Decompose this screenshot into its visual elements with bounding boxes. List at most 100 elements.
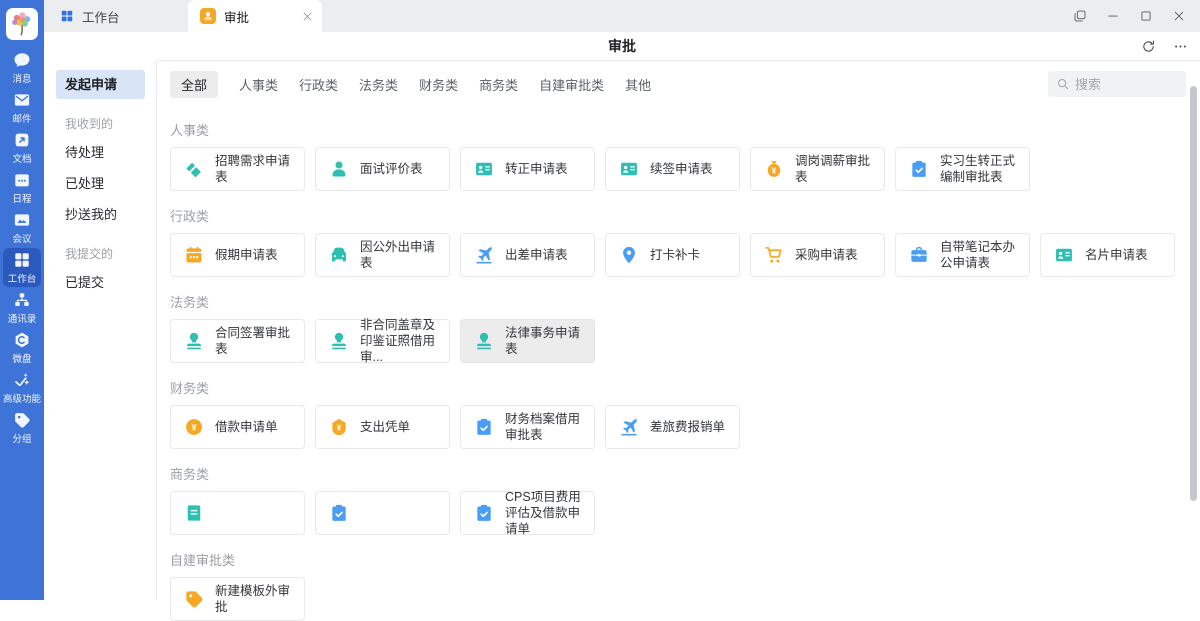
form-card[interactable]: 新建模板外审批 bbox=[170, 577, 305, 621]
form-card[interactable]: CPS项目费用评估及借款申请单 bbox=[460, 491, 595, 535]
rail-nav: 消息邮件文档日程会议工作台通讯录微盘高级功能分组 bbox=[0, 48, 44, 447]
form-card-label: 支出凭单 bbox=[360, 419, 410, 435]
tab-bar: 工作台 审批 bbox=[44, 0, 1200, 32]
meeting-icon bbox=[13, 211, 31, 229]
rail-item-label: 邮件 bbox=[12, 111, 31, 125]
main-content: 全部人事类行政类法务类财务类商务类自建审批类其他 人事类招聘需求申请表面试评价表… bbox=[158, 60, 1200, 600]
rail-item-docs[interactable]: 文档 bbox=[0, 128, 44, 167]
sidebar-item[interactable]: 已处理 bbox=[56, 169, 145, 198]
form-card[interactable]: 非合同盖章及印鉴证照借用审... bbox=[315, 319, 450, 363]
filter-tab[interactable]: 其他 bbox=[625, 75, 651, 94]
cart-icon bbox=[764, 245, 784, 265]
form-card-label: 名片申请表 bbox=[1085, 247, 1148, 263]
form-card[interactable]: 财务档案借用审批表 bbox=[460, 405, 595, 449]
more-icon[interactable] bbox=[1173, 39, 1188, 54]
filter-tab[interactable]: 商务类 bbox=[479, 75, 518, 94]
rail-item-label: 工作台 bbox=[8, 271, 37, 285]
rail-item-label: 文档 bbox=[12, 151, 31, 165]
rail-item-drive[interactable]: 微盘 bbox=[0, 328, 44, 367]
plane-landing-icon bbox=[619, 417, 639, 437]
person-icon bbox=[329, 159, 349, 179]
form-card[interactable]: 假期申请表 bbox=[170, 233, 305, 277]
search-input[interactable] bbox=[1075, 77, 1178, 92]
form-card-label: 差旅费报销单 bbox=[650, 419, 725, 435]
refresh-icon[interactable] bbox=[1141, 39, 1156, 54]
rail-item-calendar-rail[interactable]: 日程 bbox=[0, 168, 44, 207]
stamp-icon bbox=[184, 331, 204, 351]
popout-button[interactable] bbox=[1073, 9, 1087, 23]
handshake-icon bbox=[184, 159, 204, 179]
filter-tab[interactable]: 全部 bbox=[170, 71, 218, 98]
form-card[interactable]: 采购申请表 bbox=[750, 233, 885, 277]
form-card[interactable]: 打卡补卡 bbox=[605, 233, 740, 277]
form-card[interactable]: 差旅费报销单 bbox=[605, 405, 740, 449]
form-card[interactable]: ¥借款申请单 bbox=[170, 405, 305, 449]
grid-icon bbox=[13, 251, 31, 269]
filter-tab[interactable]: 法务类 bbox=[359, 75, 398, 94]
card-row: ¥借款申请单¥支出凭单 财务档案借用审批表 差旅费报销单 bbox=[170, 405, 1200, 449]
form-card[interactable]: ¥支出凭单 bbox=[315, 405, 450, 449]
rail-item-label: 消息 bbox=[12, 71, 31, 85]
rail-item-mail[interactable]: 邮件 bbox=[0, 88, 44, 127]
form-card[interactable]: 自带笔记本办公申请表 bbox=[895, 233, 1030, 277]
form-card[interactable]: 法律事务申请表 bbox=[460, 319, 595, 363]
tab-label: 工作台 bbox=[82, 7, 120, 26]
rail-item-label: 通讯录 bbox=[8, 311, 37, 325]
filter-tab[interactable]: 人事类 bbox=[239, 75, 278, 94]
tab-active[interactable]: 审批 bbox=[188, 0, 322, 32]
rail-item-contacts[interactable]: 通讯录 bbox=[0, 288, 44, 327]
scrollbar-thumb[interactable] bbox=[1190, 86, 1197, 501]
form-card[interactable]: 合同签署审批表 bbox=[170, 319, 305, 363]
search-box[interactable] bbox=[1048, 71, 1186, 97]
form-card-label: 打卡补卡 bbox=[650, 247, 700, 263]
rail-item-chat[interactable]: 消息 bbox=[0, 48, 44, 87]
rail-item-tag-rail[interactable]: 分组 bbox=[0, 408, 44, 447]
idcard-icon bbox=[1054, 245, 1074, 265]
tabs: 工作台 审批 bbox=[44, 0, 322, 32]
form-card-label: 面试评价表 bbox=[360, 161, 423, 177]
form-card-label: 续签申请表 bbox=[650, 161, 713, 177]
sidebar-group-label: 我提交的 bbox=[65, 245, 156, 262]
form-card[interactable]: 实习生转正式编制审批表 bbox=[895, 147, 1030, 191]
form-card-label: 招聘需求申请表 bbox=[215, 153, 298, 185]
sidebar-item[interactable]: 抄送我的 bbox=[56, 200, 145, 229]
form-card[interactable]: 名片申请表 bbox=[1040, 233, 1175, 277]
section-title: 行政类 bbox=[170, 206, 1200, 225]
form-card[interactable]: 续签申请表 bbox=[605, 147, 740, 191]
rail-item-sparkle[interactable]: 高级功能 bbox=[0, 368, 44, 407]
maximize-button[interactable] bbox=[1139, 9, 1153, 23]
tab-close-icon[interactable] bbox=[301, 10, 314, 23]
form-section: 商务类CPS项目费用评估及借款申请单 bbox=[170, 464, 1200, 535]
form-card-label: 财务档案借用审批表 bbox=[505, 411, 588, 443]
app-header: 审批 bbox=[44, 32, 1200, 60]
form-card[interactable] bbox=[315, 491, 450, 535]
section-title: 人事类 bbox=[170, 120, 1200, 139]
form-card[interactable]: 面试评价表 bbox=[315, 147, 450, 191]
close-button[interactable] bbox=[1172, 9, 1186, 23]
form-card[interactable] bbox=[170, 491, 305, 535]
stamp-icon bbox=[474, 331, 494, 351]
sidebar-item[interactable]: 待处理 bbox=[56, 138, 145, 167]
rail-item-label: 高级功能 bbox=[3, 391, 41, 405]
form-card-label: 借款申请单 bbox=[215, 419, 278, 435]
form-card-label: 转正申请表 bbox=[505, 161, 568, 177]
sidebar-item[interactable]: 发起申请 bbox=[56, 70, 145, 99]
minimize-button[interactable] bbox=[1106, 9, 1120, 23]
form-card[interactable]: 因公外出申请表 bbox=[315, 233, 450, 277]
form-card[interactable]: ¥调岗调薪审批表 bbox=[750, 147, 885, 191]
form-card[interactable]: 出差申请表 bbox=[460, 233, 595, 277]
rail-item-grid[interactable]: 工作台 bbox=[0, 248, 44, 287]
form-card-label: 自带笔记本办公申请表 bbox=[940, 239, 1023, 271]
avatar[interactable] bbox=[6, 8, 38, 40]
rail-item-label: 日程 bbox=[12, 191, 31, 205]
tab-workbench[interactable]: 工作台 bbox=[56, 0, 188, 32]
filter-tab[interactable]: 自建审批类 bbox=[539, 75, 604, 94]
rail-item-meeting[interactable]: 会议 bbox=[0, 208, 44, 247]
sidebar-item[interactable]: 已提交 bbox=[56, 268, 145, 297]
filter-tab[interactable]: 行政类 bbox=[299, 75, 338, 94]
filter-tab[interactable]: 财务类 bbox=[419, 75, 458, 94]
form-card[interactable]: 转正申请表 bbox=[460, 147, 595, 191]
form-card-label: 非合同盖章及印鉴证照借用审... bbox=[360, 317, 443, 365]
form-card[interactable]: 招聘需求申请表 bbox=[170, 147, 305, 191]
chat-icon bbox=[13, 51, 31, 69]
